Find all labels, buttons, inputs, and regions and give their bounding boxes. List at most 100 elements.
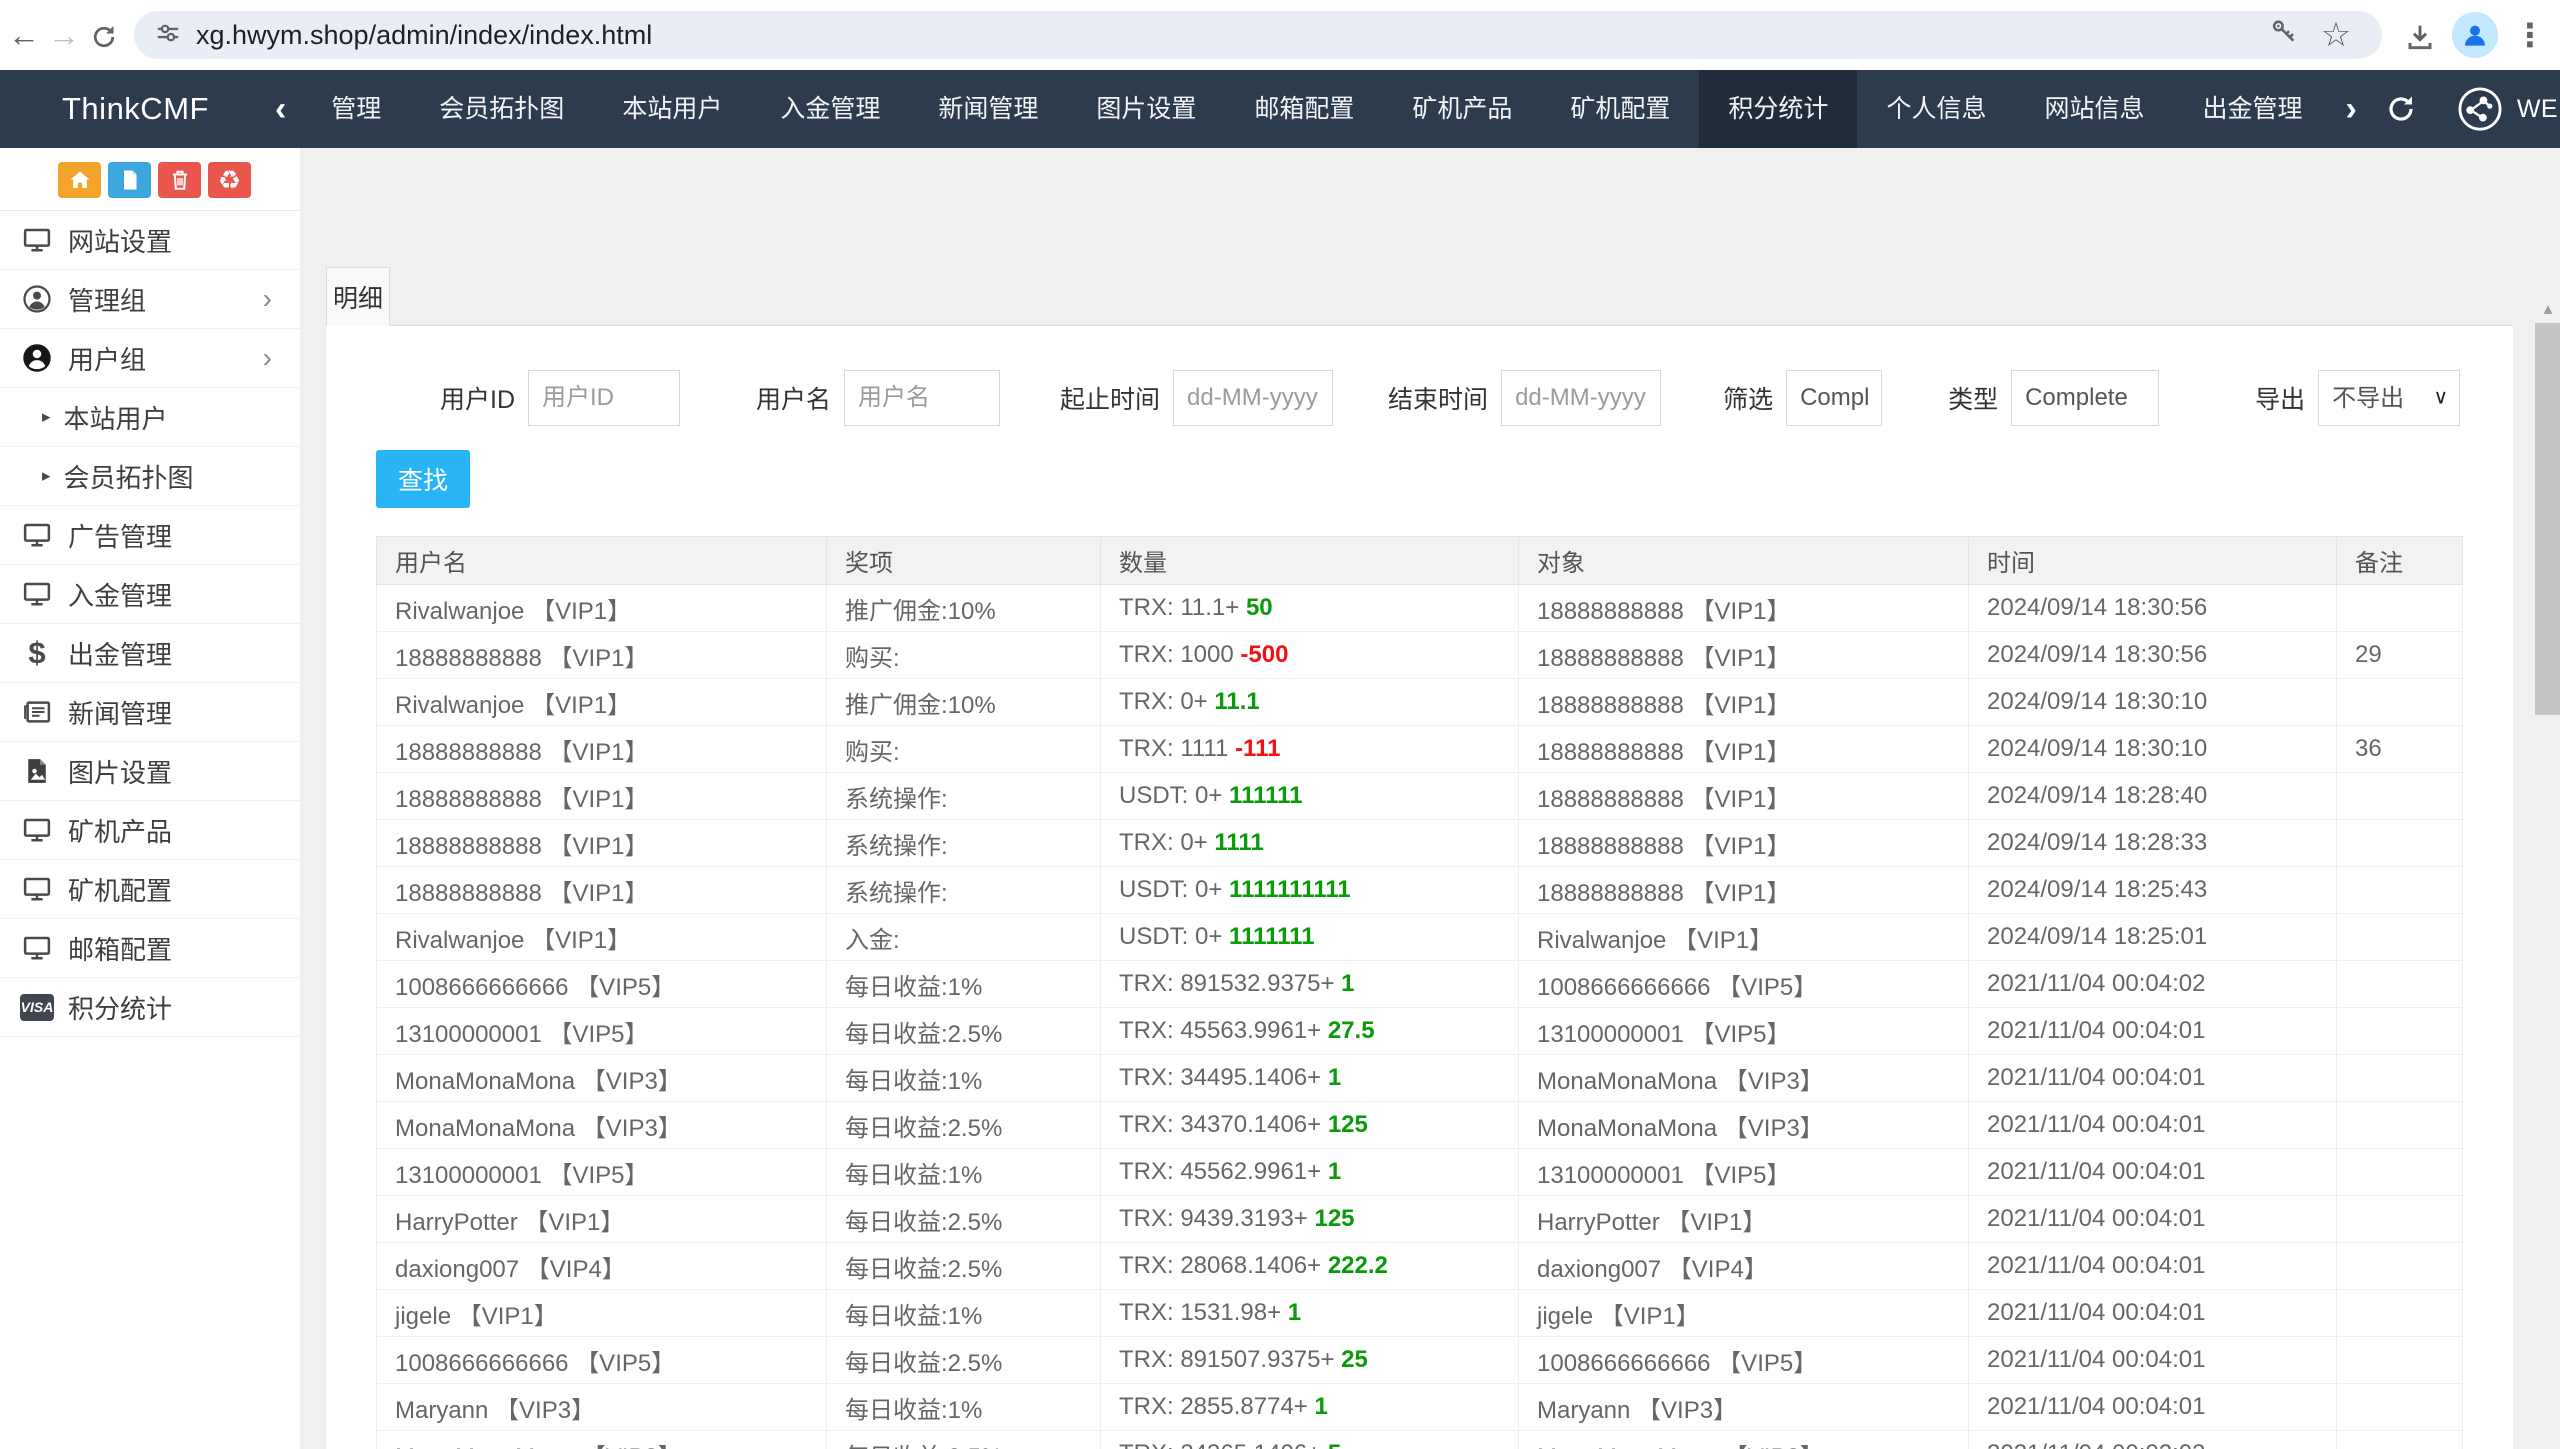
sidebar-item-label: 管理组 [68,281,146,318]
forward-icon[interactable]: → [44,17,84,54]
cell-quantity: TRX: 11.1+ 50 [1101,585,1519,632]
sidebar-item[interactable]: VISA积分统计 [0,978,300,1037]
cell-target: 18888888888 【VIP1】 [1519,773,1969,820]
sidebar-item[interactable]: 入金管理 [0,565,300,624]
download-icon[interactable] [2400,17,2440,54]
cell-quantity: TRX: 891532.9375+ 1 [1101,961,1519,1008]
nav-item[interactable]: 本站用户 [593,70,751,148]
address-bar[interactable]: xg.hwym.shop/admin/index/index.html ☆ [134,11,2382,59]
sidebar-item-label: 邮箱配置 [68,930,172,967]
nav-item[interactable]: 新闻管理 [909,70,1067,148]
filter-input[interactable] [1786,370,1882,426]
page-scrollbar[interactable]: ▲ [2535,296,2560,1449]
trash-button[interactable] [158,162,201,198]
sidebar-item[interactable]: 用户组› [0,329,300,388]
nav-item[interactable]: 邮箱配置 [1225,70,1383,148]
cell-quantity: USDT: 0+ 111111 [1101,773,1519,820]
cell-user: MonaMonaMona 【VIP3】 [377,1102,827,1149]
nav-item[interactable]: 积分统计 [1699,70,1857,148]
cell-user: MonaMonaMona 【VIP3】 [377,1431,827,1449]
back-icon[interactable]: ← [4,17,44,54]
chevron-right-icon: › [263,342,272,374]
sidebar-item[interactable]: ▸本站用户 [0,388,300,447]
sidebar-item[interactable]: 管理组› [0,270,300,329]
cell-note [2337,1384,2463,1431]
sidebar-item[interactable]: 广告管理 [0,506,300,565]
visa-icon: VISA [20,994,54,1021]
reload-icon[interactable] [84,17,124,54]
cell-target: 18888888888 【VIP1】 [1519,867,1969,914]
filter-label: 用户名 [756,380,831,416]
tab-detail[interactable]: 明细 [326,267,390,326]
nav-item[interactable]: 个人信息 [1857,70,2015,148]
site-info-tune-icon[interactable] [154,19,182,52]
export-select[interactable]: 不导出 [2318,370,2460,426]
filter-input[interactable] [528,370,680,426]
recycle-button[interactable]: ♻ [208,162,251,198]
scrollbar-up-icon[interactable]: ▲ [2535,296,2560,322]
sidebar-item[interactable]: 矿机配置 [0,860,300,919]
filter-input[interactable] [844,370,1000,426]
sidebar-item[interactable]: 图片设置 [0,742,300,801]
cell-note [2337,867,2463,914]
cell-reward: 推广佣金:10% [827,679,1101,726]
nav-item[interactable]: 矿机配置 [1541,70,1699,148]
sidebar-item-label: 网站设置 [68,222,172,259]
filter-input[interactable] [2011,370,2159,426]
cell-user: 18888888888 【VIP1】 [377,632,827,679]
triangle-right-icon: ▸ [42,407,51,427]
sidebar-item[interactable]: 网站设置 [0,211,300,270]
scrollbar-thumb[interactable] [2535,323,2560,715]
brand-logo[interactable]: ThinkCMF [62,91,209,127]
sidebar-item[interactable]: 邮箱配置 [0,919,300,978]
password-key-icon[interactable] [2258,16,2310,54]
chevron-right-icon[interactable]: › [2331,90,2370,129]
sidebar-item-label: 图片设置 [68,753,172,790]
nav-item[interactable]: 图片设置 [1067,70,1225,148]
nav-item[interactable]: 网站信息 [2015,70,2173,148]
table-row: daxiong007 【VIP4】每日收益:2.5%TRX: 28068.140… [377,1243,2463,1290]
nav-item[interactable]: 矿机产品 [1383,70,1541,148]
cell-user: 13100000001 【VIP5】 [377,1008,827,1055]
url-text[interactable]: xg.hwym.shop/admin/index/index.html [196,20,2258,51]
filter-input[interactable] [1173,370,1333,426]
sidebar-item[interactable]: 新闻管理 [0,683,300,742]
filter-group: 结束时间 [1388,370,1661,426]
kebab-menu-icon[interactable]: ⋮ [2510,16,2550,54]
nav-item[interactable]: 会员拓扑图 [410,70,593,148]
cell-target: 1008666666666 【VIP5】 [1519,1337,1969,1384]
home-button[interactable] [58,162,101,198]
cell-reward: 每日收益:1% [827,1290,1101,1337]
chevron-left-icon[interactable]: ‹ [259,90,302,129]
cell-user: 1008666666666 【VIP5】 [377,961,827,1008]
nav-item[interactable]: 管理 [302,70,410,148]
cell-time: 2024/09/14 18:30:56 [1969,585,2337,632]
sidebar-item[interactable]: ▸会员拓扑图 [0,447,300,506]
cell-target: 18888888888 【VIP1】 [1519,820,1969,867]
file-button[interactable] [108,162,151,198]
monitor-icon [20,874,54,904]
user-menu[interactable]: WELCOME_USER [2517,95,2560,124]
user-avatar-molecule-icon[interactable] [2457,86,2503,132]
trash-icon [168,168,192,192]
refresh-icon[interactable] [2371,93,2431,125]
cell-target: 13100000001 【VIP5】 [1519,1008,1969,1055]
cell-time: 2021/11/04 00:04:02 [1969,961,2337,1008]
sidebar-item[interactable]: 矿机产品 [0,801,300,860]
bookmark-star-icon[interactable]: ☆ [2310,15,2362,55]
sidebar-item[interactable]: $出金管理 [0,624,300,683]
cell-note [2337,961,2463,1008]
search-button[interactable]: 查找 [376,450,470,508]
table-row: MonaMonaMona 【VIP3】每日收益:1%TRX: 34495.140… [377,1055,2463,1102]
cell-note: 36 [2337,726,2463,773]
nav-menu: 管理会员拓扑图本站用户入金管理新闻管理图片设置邮箱配置矿机产品矿机配置积分统计个… [302,70,2331,148]
cell-target: 18888888888 【VIP1】 [1519,585,1969,632]
filter-input[interactable] [1501,370,1661,426]
cell-reward: 每日收益:1% [827,1384,1101,1431]
cell-user: jigele 【VIP1】 [377,1290,827,1337]
file-icon [118,168,142,192]
cell-time: 2021/11/04 00:04:01 [1969,1384,2337,1431]
browser-profile-icon[interactable] [2452,12,2498,58]
nav-item[interactable]: 出金管理 [2173,70,2331,148]
nav-item[interactable]: 入金管理 [751,70,909,148]
